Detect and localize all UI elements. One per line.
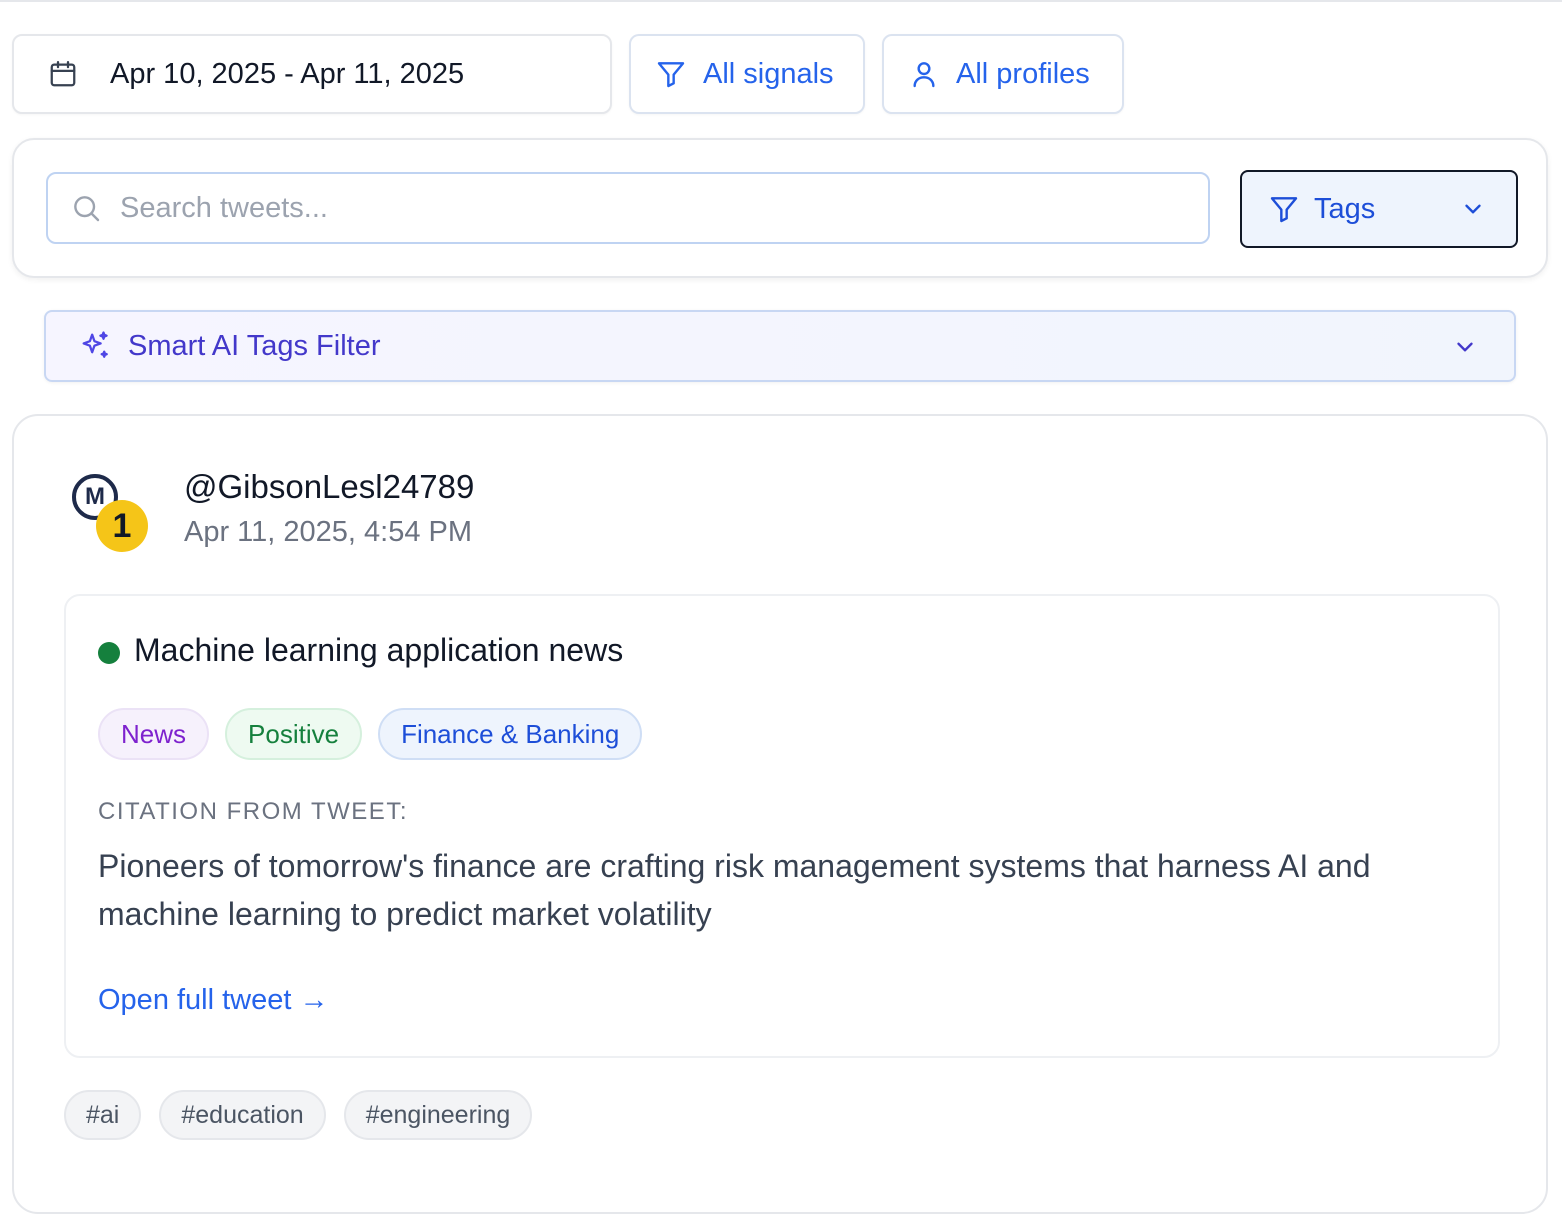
chevron-down-icon [1460, 196, 1486, 222]
filter-bar: Apr 10, 2025 - Apr 11, 2025 All signals … [12, 34, 1124, 114]
tweet-handle[interactable]: @GibsonLesl24789 [184, 468, 474, 506]
filter-icon [655, 58, 687, 90]
profiles-filter-button[interactable]: All profiles [882, 34, 1124, 114]
tag-news[interactable]: News [98, 708, 210, 760]
smart-ai-tags-filter[interactable]: Smart AI Tags Filter [44, 310, 1516, 382]
avatar[interactable]: M 1 [62, 466, 152, 566]
tags-dropdown-label: Tags [1314, 192, 1376, 225]
citation-label: CITATION FROM TWEET: [98, 798, 408, 825]
tag-positive[interactable]: Positive [225, 708, 363, 760]
search-panel: Tags [12, 138, 1548, 278]
tweet-card: M 1 @GibsonLesl24789 Apr 11, 2025, 4:54 … [12, 414, 1548, 1214]
signal-card: Machine learning application news News P… [64, 594, 1500, 1058]
hashtag-ai[interactable]: #ai [64, 1090, 142, 1140]
calendar-icon [48, 59, 78, 89]
sparkles-icon [78, 329, 112, 363]
search-input[interactable] [120, 191, 1180, 225]
chevron-down-icon [1452, 334, 1478, 360]
citation-text: Pioneers of tomorrow's finance are craft… [98, 848, 1371, 932]
user-icon [908, 58, 940, 90]
filter-icon [1268, 193, 1300, 225]
profiles-filter-label: All profiles [956, 57, 1090, 90]
status-dot [98, 642, 120, 664]
open-full-tweet-link[interactable]: Open full tweet → [98, 984, 329, 1017]
signals-filter-label: All signals [703, 57, 834, 90]
avatar-count-badge: 1 [96, 500, 148, 552]
signal-title: Machine learning application news [134, 632, 624, 668]
hashtag-education[interactable]: #education [159, 1090, 326, 1140]
search-icon [70, 192, 102, 224]
tags-dropdown[interactable]: Tags [1240, 170, 1518, 248]
hashtag-engineering[interactable]: #engineering [343, 1090, 533, 1140]
signals-filter-button[interactable]: All signals [629, 34, 865, 114]
smart-ai-label: Smart AI Tags Filter [128, 329, 381, 362]
tweet-timestamp: Apr 11, 2025, 4:54 PM [184, 516, 473, 548]
signal-tags: News Positive Finance & Banking [98, 708, 643, 760]
date-range-picker[interactable]: Apr 10, 2025 - Apr 11, 2025 [12, 34, 612, 114]
hashtag-list: #ai #education #engineering [64, 1090, 533, 1140]
top-divider [0, 0, 1562, 2]
date-range-label: Apr 10, 2025 - Apr 11, 2025 [110, 57, 465, 90]
search-field[interactable] [46, 172, 1210, 244]
tag-finance-banking[interactable]: Finance & Banking [378, 708, 643, 760]
